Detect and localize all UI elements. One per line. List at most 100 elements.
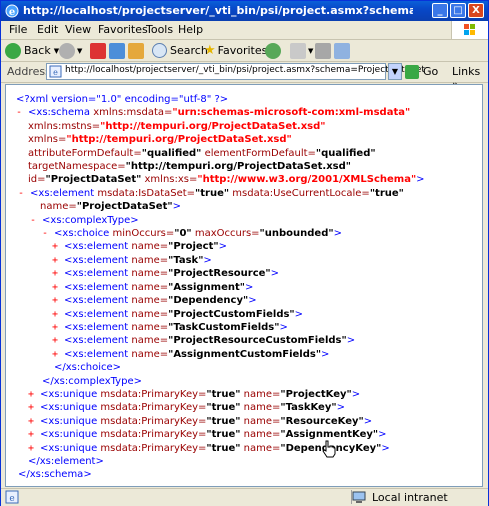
back-button[interactable]: Back ▼ (5, 42, 59, 59)
address-bar: Address e http://localhost/projectserver… (1, 62, 488, 91)
address-dropdown-button[interactable]: ▼ (388, 63, 402, 80)
expand-toggle[interactable]: + (52, 335, 64, 346)
address-url: http://localhost/projectserver/_vti_bin/… (65, 65, 425, 75)
collapse-toggle[interactable]: - (42, 228, 54, 239)
minimize-button[interactable]: _ (432, 3, 448, 18)
search-icon (152, 43, 167, 58)
edit-button[interactable] (334, 42, 350, 59)
history-icon (265, 42, 281, 59)
page-icon: e (49, 65, 62, 78)
schema-attr-line: id="ProjectDataSet" xmlns:xs="http://www… (28, 174, 425, 186)
forward-button[interactable]: ▼ (59, 42, 82, 59)
page-done-icon: e (5, 490, 19, 504)
home-button[interactable] (128, 42, 144, 59)
child-element-line: + <xs:element name="Dependency"> (52, 295, 257, 307)
stop-button[interactable] (90, 42, 106, 59)
print-button[interactable] (315, 42, 331, 59)
history-button[interactable] (265, 42, 281, 59)
child-element-line: + <xs:element name="Task"> (52, 254, 212, 266)
menu-file[interactable]: File (9, 23, 27, 36)
child-element-line: + <xs:element name="ProjectCustomFields"… (52, 308, 304, 320)
refresh-icon (109, 42, 125, 59)
expand-toggle[interactable]: + (28, 416, 40, 427)
unique-line: + <xs:unique msdata:PrimaryKey="true" na… (28, 402, 345, 414)
schema-attr-line: xmlns:mstns="http://tempuri.org/ProjectD… (28, 120, 326, 132)
expand-toggle[interactable]: + (52, 309, 64, 320)
expand-toggle[interactable]: + (28, 429, 40, 440)
hand-cursor-icon (322, 440, 336, 458)
svg-text:e: e (9, 494, 14, 504)
status-bar: e Local intranet (1, 488, 488, 506)
expand-toggle[interactable]: + (52, 322, 64, 333)
expand-toggle[interactable]: + (28, 443, 40, 454)
collapse-toggle[interactable]: - (16, 107, 28, 118)
collapse-toggle[interactable]: - (30, 215, 42, 226)
expand-toggle[interactable]: + (28, 389, 40, 400)
unique-line: + <xs:unique msdata:PrimaryKey="true" na… (28, 388, 361, 400)
mail-icon (290, 42, 306, 59)
go-button[interactable]: Go (405, 63, 438, 80)
chevron-down-icon: ▼ (308, 46, 314, 55)
xml-declaration: <?xml version="1.0" encoding="utf-8" ?> (16, 94, 229, 105)
close-button[interactable]: X (468, 3, 484, 18)
element-close-line: </xs:element> (28, 455, 104, 467)
choice-close-line: </xs:choice> (54, 362, 122, 374)
edit-icon (334, 42, 350, 59)
search-button[interactable]: Search (152, 42, 208, 59)
choice-open-line: - <xs:choice minOccurs="0" maxOccurs="un… (42, 228, 342, 240)
expand-toggle[interactable]: + (52, 349, 64, 360)
chevron-down-icon: ▼ (391, 67, 399, 76)
star-icon: ★ (204, 43, 216, 58)
address-input[interactable]: e http://localhost/projectserver/_vti_bi… (46, 63, 425, 80)
complextype-open-line: - <xs:complexType> (30, 214, 139, 226)
expand-toggle[interactable]: + (28, 402, 40, 413)
forward-arrow-icon (59, 42, 75, 59)
xml-document: <?xml version="1.0" encoding="utf-8" ?> -… (16, 93, 425, 482)
xml-viewer: <?xml version="1.0" encoding="utf-8" ?> -… (5, 84, 483, 487)
schema-close-line: </xs:schema> (18, 469, 92, 481)
windows-logo-icon (451, 21, 488, 39)
local-intranet-icon (352, 491, 366, 503)
maximize-button[interactable]: □ (450, 3, 466, 18)
element-attr-line: name="ProjectDataSet"> (40, 201, 181, 213)
menu-help[interactable]: Help (178, 23, 203, 36)
unique-line: + <xs:unique msdata:PrimaryKey="true" na… (28, 415, 373, 427)
svg-text:e: e (9, 7, 15, 18)
internet-explorer-icon: e (5, 4, 19, 18)
favorites-button[interactable]: ★ Favorites (204, 42, 267, 59)
chevron-down-icon: ▼ (77, 46, 83, 55)
schema-attr-line: xmlns="http://tempuri.org/ProjectDataSet… (28, 134, 292, 146)
menu-view[interactable]: View (65, 23, 91, 36)
child-element-line: + <xs:element name="AssignmentCustomFiel… (52, 348, 330, 360)
expand-toggle[interactable]: + (52, 295, 64, 306)
refresh-button[interactable] (109, 42, 125, 59)
schema-attr-line: targetNamespace="http://tempuri.org/Proj… (28, 161, 351, 173)
expand-toggle[interactable]: + (52, 282, 64, 293)
toolbar: Back ▼ ▼ Search ★ Favorites ▼ (1, 40, 488, 62)
security-zone[interactable]: Local intranet (351, 490, 464, 504)
print-icon (315, 42, 331, 59)
schema-attr-line: attributeFormDefault="qualified" element… (28, 147, 376, 159)
browser-window: e http://localhost/projectserver/_vti_bi… (0, 0, 489, 506)
unique-line: + <xs:unique msdata:PrimaryKey="true" na… (28, 429, 387, 441)
menu-tools[interactable]: Tools (146, 23, 173, 36)
expand-toggle[interactable]: + (52, 268, 64, 279)
home-icon (128, 42, 144, 59)
child-element-line: + <xs:element name="Project"> (52, 241, 227, 253)
child-element-line: + <xs:element name="TaskCustomFields"> (52, 321, 288, 333)
unique-line: + <xs:unique msdata:PrimaryKey="true" na… (28, 442, 390, 454)
expand-toggle[interactable]: + (52, 241, 64, 252)
element-open-line: - <xs:element msdata:IsDataSet="true" ms… (18, 187, 404, 199)
menu-favorites[interactable]: Favorites (98, 23, 148, 36)
window-title: http://localhost/projectserver/_vti_bin/… (23, 4, 413, 17)
mail-button[interactable]: ▼ (290, 42, 313, 59)
svg-text:e: e (53, 68, 58, 77)
address-label: Address (7, 65, 51, 78)
menu-edit[interactable]: Edit (37, 23, 58, 36)
collapse-toggle[interactable]: - (18, 188, 30, 199)
go-arrow-icon (405, 64, 419, 79)
expand-toggle[interactable]: + (52, 255, 64, 266)
child-element-line: + <xs:element name="ProjectResource"> (52, 268, 280, 280)
menu-bar: File Edit View Favorites Tools Help (1, 21, 488, 40)
title-bar[interactable]: e http://localhost/projectserver/_vti_bi… (1, 1, 488, 21)
